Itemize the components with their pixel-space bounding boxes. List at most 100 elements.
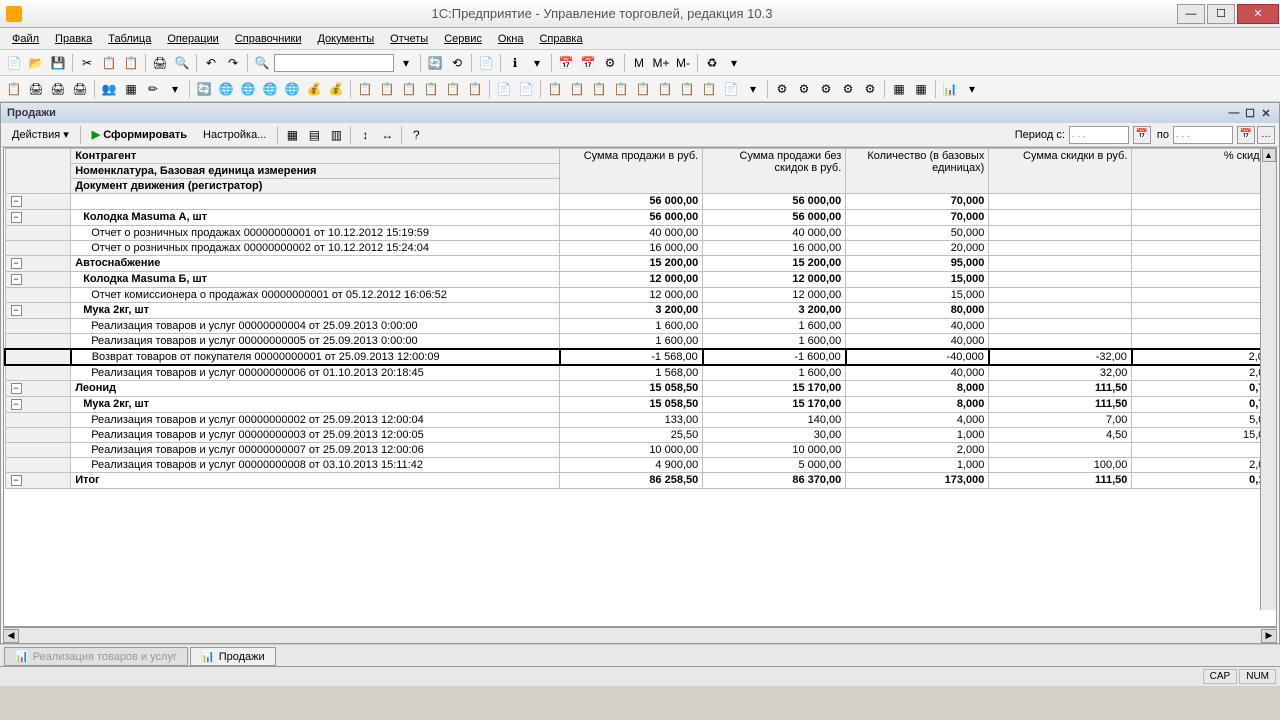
find-icon[interactable]: 🔍 <box>252 53 272 73</box>
dropdown2-icon[interactable]: ▾ <box>527 53 547 73</box>
col-header-sum[interactable]: Сумма продажи в руб. <box>560 149 703 194</box>
tb2-icon-33[interactable]: 📋 <box>655 79 675 99</box>
grid-icon[interactable]: ▦ <box>282 125 302 145</box>
panel-minimize-icon[interactable]: — <box>1227 106 1241 120</box>
save-icon[interactable]: 💾 <box>48 53 68 73</box>
tb2-icon-26[interactable]: 📄 <box>516 79 536 99</box>
col-header-discount[interactable]: Сумма скидки в руб. <box>989 149 1132 194</box>
redo-icon[interactable]: ↷ <box>223 53 243 73</box>
tb2-icon-18[interactable]: 📋 <box>355 79 375 99</box>
print-icon[interactable]: 🖨 <box>150 53 170 73</box>
tb2-icon-43[interactable]: ⚙ <box>860 79 880 99</box>
tb2-icon-21[interactable]: 📋 <box>421 79 441 99</box>
table-row[interactable]: −Колодка Masuma А, шт56 000,0056 000,007… <box>5 210 1275 226</box>
menu-6[interactable]: Отчеты <box>382 31 436 47</box>
table-row[interactable]: −Колодка Masuma Б, шт12 000,0012 000,001… <box>5 272 1275 288</box>
tb2-icon-49[interactable]: ▾ <box>962 79 982 99</box>
menu-3[interactable]: Операции <box>159 31 226 47</box>
dropdown3-icon[interactable]: ▾ <box>724 53 744 73</box>
col-header-document[interactable]: Документ движения (регистратор) <box>71 179 560 194</box>
scroll-left-icon[interactable]: ◀ <box>3 629 19 643</box>
tb2-icon-10[interactable]: 🔄 <box>194 79 214 99</box>
col-header-nomenclature[interactable]: Номенклатура, Базовая единица измерения <box>71 164 560 179</box>
form-button[interactable]: ▶Сформировать <box>85 125 194 144</box>
tb2-icon-0[interactable]: 📋 <box>4 79 24 99</box>
calendar2-icon[interactable]: 📅 <box>578 53 598 73</box>
tree-toggle-icon[interactable]: − <box>11 399 22 410</box>
tb2-icon-16[interactable]: 💰 <box>326 79 346 99</box>
tb2-icon-13[interactable]: 🌐 <box>260 79 280 99</box>
tb2-icon-45[interactable]: ▦ <box>889 79 909 99</box>
tb2-icon-6[interactable]: ▦ <box>121 79 141 99</box>
menu-1[interactable]: Правка <box>47 31 100 47</box>
table-row[interactable]: Реализация товаров и услуг 00000000008 о… <box>5 458 1275 473</box>
maximize-button[interactable]: ☐ <box>1207 4 1235 24</box>
table-row[interactable]: −56 000,0056 000,0070,000 <box>5 194 1275 210</box>
tb2-icon-34[interactable]: 📋 <box>677 79 697 99</box>
tree-toggle-icon[interactable]: − <box>11 475 22 486</box>
tb2-icon-41[interactable]: ⚙ <box>816 79 836 99</box>
columns-icon[interactable]: ▤ <box>304 125 324 145</box>
col-header-pct[interactable]: % скидки <box>1132 149 1275 194</box>
tb2-icon-19[interactable]: 📋 <box>377 79 397 99</box>
table-row[interactable]: −Автоснабжение15 200,0015 200,0095,000 <box>5 256 1275 272</box>
col-header-counterparty[interactable]: Контрагент <box>71 149 560 164</box>
scroll-right-icon[interactable]: ▶ <box>1261 629 1277 643</box>
tree-toggle-icon[interactable]: − <box>11 196 22 207</box>
table-row[interactable]: Возврат товаров от покупателя 0000000000… <box>5 349 1275 365</box>
settings-button[interactable]: Настройка... <box>196 126 273 144</box>
panel-close-icon[interactable]: ✕ <box>1259 106 1273 120</box>
col-header-qty[interactable]: Количество (в базовых единицах) <box>846 149 989 194</box>
tb2-icon-15[interactable]: 💰 <box>304 79 324 99</box>
period-to-input[interactable] <box>1173 126 1233 144</box>
table-row[interactable]: −Леонид15 058,5015 170,008,000111,500,74 <box>5 381 1275 397</box>
table-row[interactable]: Реализация товаров и услуг 00000000002 о… <box>5 413 1275 428</box>
tb2-icon-40[interactable]: ⚙ <box>794 79 814 99</box>
menu-9[interactable]: Справка <box>531 31 590 47</box>
tree-toggle-icon[interactable]: − <box>11 212 22 223</box>
tb2-icon-37[interactable]: ▾ <box>743 79 763 99</box>
tb2-icon-1[interactable]: 🖨 <box>26 79 46 99</box>
page-icon[interactable]: 📄 <box>476 53 496 73</box>
tb2-icon-42[interactable]: ⚙ <box>838 79 858 99</box>
tb2-icon-14[interactable]: 🌐 <box>282 79 302 99</box>
table-row[interactable]: −Мука 2кг, шт3 200,003 200,0080,000 <box>5 303 1275 319</box>
tb2-icon-29[interactable]: 📋 <box>567 79 587 99</box>
table-row[interactable]: Отчет комиссионера о продажах 0000000000… <box>5 288 1275 303</box>
info-icon[interactable]: ℹ <box>505 53 525 73</box>
menu-2[interactable]: Таблица <box>100 31 159 47</box>
menu-0[interactable]: Файл <box>4 31 47 47</box>
m-button[interactable]: M <box>629 53 649 73</box>
tb2-icon-25[interactable]: 📄 <box>494 79 514 99</box>
table-row[interactable]: −Мука 2кг, шт15 058,5015 170,008,000111,… <box>5 397 1275 413</box>
tb2-icon-3[interactable]: 🖨 <box>70 79 90 99</box>
tb2-icon-28[interactable]: 📋 <box>545 79 565 99</box>
tb2-icon-35[interactable]: 📋 <box>699 79 719 99</box>
period-from-input[interactable] <box>1069 126 1129 144</box>
tb2-icon-8[interactable]: ▾ <box>165 79 185 99</box>
tb2-icon-12[interactable]: 🌐 <box>238 79 258 99</box>
m-plus-button[interactable]: M+ <box>651 53 671 73</box>
open-icon[interactable]: 📂 <box>26 53 46 73</box>
calendar-icon[interactable]: 📅 <box>556 53 576 73</box>
tab-1[interactable]: 📊Продажи <box>190 647 276 666</box>
preview-icon[interactable]: 🔍 <box>172 53 192 73</box>
tb2-icon-36[interactable]: 📄 <box>721 79 741 99</box>
tb2-icon-5[interactable]: 👥 <box>99 79 119 99</box>
tb2-icon-30[interactable]: 📋 <box>589 79 609 99</box>
period-more-button[interactable]: … <box>1257 126 1275 144</box>
menu-5[interactable]: Документы <box>309 31 382 47</box>
table-row[interactable]: Реализация товаров и услуг 00000000007 о… <box>5 443 1275 458</box>
tb2-icon-22[interactable]: 📋 <box>443 79 463 99</box>
tree-toggle-icon[interactable]: − <box>11 258 22 269</box>
back-icon[interactable]: ⟲ <box>447 53 467 73</box>
undo-icon[interactable]: ↶ <box>201 53 221 73</box>
period-to-picker[interactable]: 📅 <box>1237 126 1255 144</box>
actions-dropdown[interactable]: Действия ▾ <box>5 125 76 144</box>
menu-8[interactable]: Окна <box>490 31 532 47</box>
table-row[interactable]: Реализация товаров и услуг 00000000004 о… <box>5 319 1275 334</box>
scroll-up-icon[interactable]: ▲ <box>1262 148 1276 162</box>
search-input[interactable] <box>274 54 394 72</box>
paste-icon[interactable]: 📋 <box>121 53 141 73</box>
help-icon[interactable]: ? <box>406 125 426 145</box>
